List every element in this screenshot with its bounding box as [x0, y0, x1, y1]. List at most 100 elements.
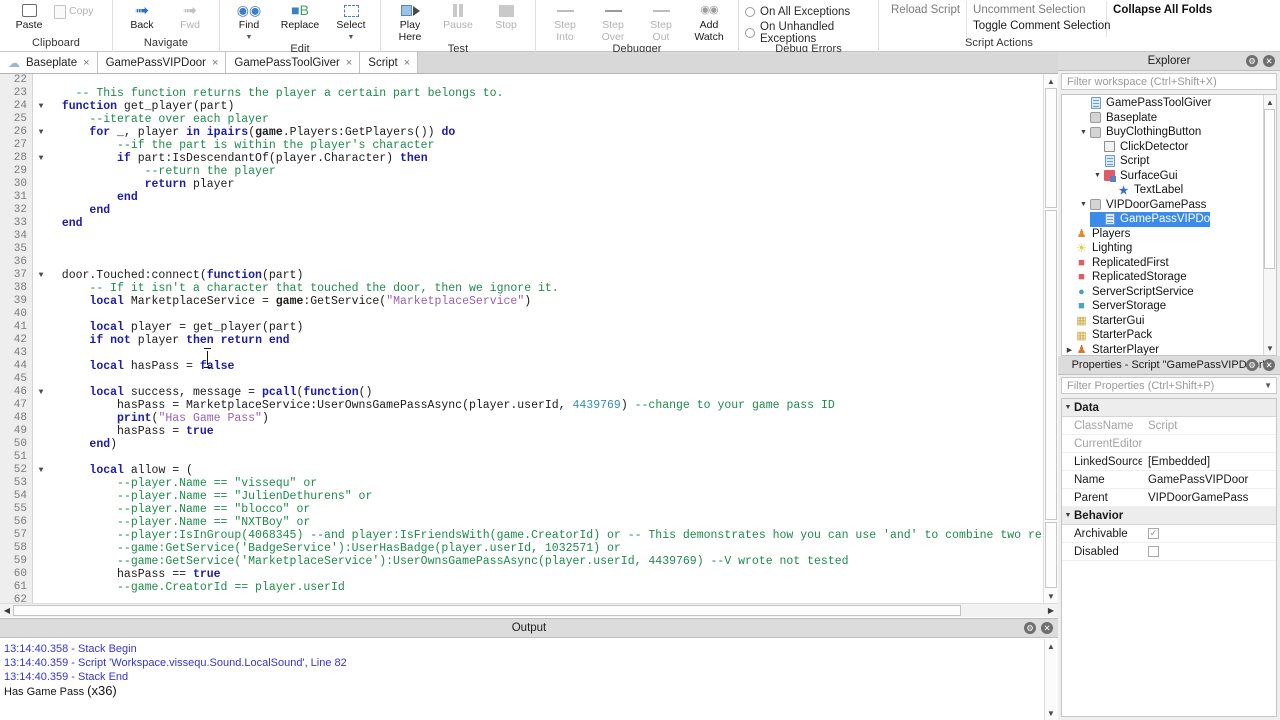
editor-vscroll-thumb[interactable]	[1045, 210, 1057, 520]
back-button[interactable]: ➟ Back	[119, 0, 165, 32]
code-line[interactable]: --game:GetService('BadgeService'):UserHa…	[48, 542, 1058, 555]
explorer-vscroll-thumb[interactable]	[1264, 109, 1275, 269]
code-line[interactable]	[48, 373, 1058, 386]
explorer-item-clickdetector[interactable]: ClickDetector	[1062, 140, 1276, 155]
play-here-button[interactable]: Play Here	[387, 0, 433, 43]
code-line[interactable]	[48, 308, 1058, 321]
code-text-area[interactable]: -- This function returns the player a ce…	[48, 74, 1058, 603]
explorer-item-gamepassvipdoor[interactable]: GamePassVIPDoor	[1090, 212, 1220, 227]
add-watch-button[interactable]: ◉◉ Add Watch	[686, 0, 732, 43]
pause-button[interactable]: Pause	[435, 0, 481, 32]
code-line[interactable]: --return the player	[48, 165, 1058, 178]
editor-tab-gamepassvipdoor[interactable]: GamePassVIPDoor ×	[97, 52, 227, 73]
property-value-cell[interactable]: [Embedded]	[1142, 456, 1276, 468]
fold-toggle-icon[interactable]: ▼	[34, 152, 48, 165]
explorer-item-replicatedstorage[interactable]: ■ ReplicatedStorage	[1062, 270, 1276, 285]
code-line[interactable]: -- This function returns the player a ce…	[48, 87, 1058, 100]
code-line[interactable]: if not player then return end	[48, 334, 1058, 347]
property-row-disabled[interactable]: Disabled	[1062, 543, 1276, 561]
code-line[interactable]: hasPass = MarketplaceService:UserOwnsGam…	[48, 399, 1058, 412]
property-value-cell[interactable]: VIPDoorGamePass	[1142, 492, 1276, 504]
explorer-item-buyclothingbutton[interactable]: ▼ BuyClothingButton	[1062, 125, 1276, 140]
code-line[interactable]: print("Has Game Pass")	[48, 412, 1058, 425]
code-line[interactable]: --game:GetService('MarketplaceService'):…	[48, 555, 1058, 568]
explorer-close-icon[interactable]: ✕	[1263, 55, 1275, 67]
editor-vertical-scrollbar[interactable]: ▲ ▼	[1043, 74, 1058, 603]
code-line[interactable]: for _, player in ipairs(game.Players:Get…	[48, 126, 1058, 139]
code-line[interactable]	[48, 256, 1058, 269]
fold-toggle-icon[interactable]: ▼	[34, 100, 48, 113]
replace-button[interactable]: ■B Replace	[274, 0, 326, 32]
code-line[interactable]: local player = get_player(part)	[48, 321, 1058, 334]
explorer-item-replicatedfirst[interactable]: ■ ReplicatedFirst	[1062, 256, 1276, 271]
output-close-icon[interactable]: ✕	[1041, 622, 1053, 634]
code-line[interactable]: local MarketplaceService = game:GetServi…	[48, 295, 1058, 308]
close-icon[interactable]: ×	[404, 57, 410, 69]
properties-close-icon[interactable]: ✕	[1263, 359, 1275, 371]
editor-hscroll-thumb[interactable]	[13, 605, 961, 616]
property-row-name[interactable]: Name GamePassVIPDoor	[1062, 471, 1276, 489]
explorer-item-surfacegui[interactable]: ▼ SurfaceGui	[1062, 169, 1276, 184]
code-line[interactable]: --player.Name == "blocco" or	[48, 503, 1058, 516]
step-into-button[interactable]: Step Into	[542, 0, 588, 43]
select-button[interactable]: Select ▼	[328, 0, 374, 43]
output-settings-icon[interactable]: ⚙	[1024, 622, 1036, 634]
explorer-item-players[interactable]: ♟ Players	[1062, 227, 1276, 242]
chevron-down-icon[interactable]: ▼	[1264, 381, 1272, 390]
reload-script-button[interactable]: Reload Script	[885, 2, 966, 18]
step-out-button[interactable]: Step Out	[638, 0, 684, 43]
code-line[interactable]	[48, 74, 1058, 87]
fold-toggle-icon[interactable]: ▼	[34, 126, 48, 139]
property-row-parent[interactable]: Parent VIPDoorGamePass	[1062, 489, 1276, 507]
fold-toggle-icon[interactable]: ▼	[34, 386, 48, 399]
code-line[interactable]: --game.CreatorId == player.userId	[48, 581, 1058, 594]
explorer-vertical-scrollbar[interactable]: ▲ ▼	[1263, 95, 1276, 355]
property-row-archivable[interactable]: Archivable ✓	[1062, 525, 1276, 543]
code-editor[interactable]: 22 23 24 25 26 27 28 29 30 31 32 33 34 35 36 37 38 39 40 41…	[0, 74, 1058, 603]
editor-tab-gamepasstoolgiver[interactable]: GamePassToolGiver ×	[226, 52, 361, 73]
explorer-tree[interactable]: GamePassToolGiver Baseplate ▼ BuyClothingBu…	[1061, 94, 1277, 356]
explorer-filter-input[interactable]: Filter workspace (Ctrl+Shift+X)	[1061, 73, 1277, 90]
editor-tab-script[interactable]: Script ×	[360, 52, 419, 73]
code-line[interactable]: if part:IsDescendantOf(player.Character)…	[48, 152, 1058, 165]
explorer-item-serverscriptservice[interactable]: ● ServerScriptService	[1062, 285, 1276, 300]
properties-settings-icon[interactable]: ⚙	[1246, 359, 1258, 371]
property-value-cell[interactable]: Script	[1142, 420, 1276, 432]
explorer-item-serverstorage[interactable]: ■ ServerStorage	[1062, 299, 1276, 314]
collapse-all-folds-button[interactable]: Collapse All Folds	[1107, 2, 1212, 18]
properties-list[interactable]: ▼ Data ClassName Script CurrentEditor LinkedS…	[1061, 398, 1277, 717]
output-scroll-up-arrow-icon[interactable]: ▲	[1045, 640, 1057, 652]
explorer-item-vipdoorgamepass[interactable]: ▼ VIPDoorGamePass	[1062, 198, 1276, 213]
close-icon[interactable]: ×	[212, 57, 218, 69]
uncomment-selection-button[interactable]: Uncomment Selection	[967, 2, 1106, 18]
explorer-item-startergui[interactable]: ▦ StarterGui	[1062, 314, 1276, 329]
tree-twisty-icon[interactable]: ▶	[1064, 346, 1075, 354]
property-category-behavior[interactable]: ▼ Behavior	[1062, 507, 1276, 525]
step-over-button[interactable]: Step Over	[590, 0, 636, 43]
stop-button[interactable]: Stop	[483, 0, 529, 32]
explorer-item-script[interactable]: Script	[1062, 154, 1276, 169]
explorer-scroll-down-arrow-icon[interactable]: ▼	[1264, 342, 1276, 354]
property-category-data[interactable]: ▼ Data	[1062, 399, 1276, 417]
explorer-scroll-up-arrow-icon[interactable]: ▲	[1264, 96, 1276, 108]
toggle-comment-selection-button[interactable]: Toggle Comment Selection	[967, 18, 1110, 34]
explorer-item-gamepasstoolgiver[interactable]: GamePassToolGiver	[1062, 96, 1276, 111]
code-line[interactable]: function get_player(part)	[48, 100, 1058, 113]
tree-twisty-icon[interactable]: ▼	[1078, 201, 1089, 208]
fold-markers-column[interactable]: ▼ ▼ ▼ ▼ ▼ ▼	[34, 74, 48, 603]
close-icon[interactable]: ×	[83, 57, 89, 69]
editor-vscroll-thumb-upper[interactable]	[1045, 88, 1057, 208]
code-line[interactable]: --if the part is within the player's cha…	[48, 139, 1058, 152]
code-line[interactable]: return player	[48, 178, 1058, 191]
forward-button[interactable]: ➟ Fwd	[167, 0, 213, 32]
property-value-cell[interactable]	[1142, 546, 1276, 557]
scroll-up-arrow-icon[interactable]: ▲	[1045, 75, 1057, 87]
output-scroll-down-arrow-icon[interactable]: ▼	[1045, 707, 1057, 719]
code-line[interactable]: -- If it isn't a character that touched …	[48, 282, 1058, 295]
archivable-checkbox[interactable]: ✓	[1148, 528, 1159, 539]
editor-tab-baseplate[interactable]: ☁ Baseplate ×	[0, 52, 98, 73]
find-button[interactable]: ◉◉ Find ▼	[226, 0, 272, 43]
properties-filter-input[interactable]: Filter Properties (Ctrl+Shift+P) ▼	[1061, 377, 1277, 394]
code-line[interactable]: local success, message = pcall(function(…	[48, 386, 1058, 399]
code-line[interactable]: --player.Name == "NXTBoy" or	[48, 516, 1058, 529]
